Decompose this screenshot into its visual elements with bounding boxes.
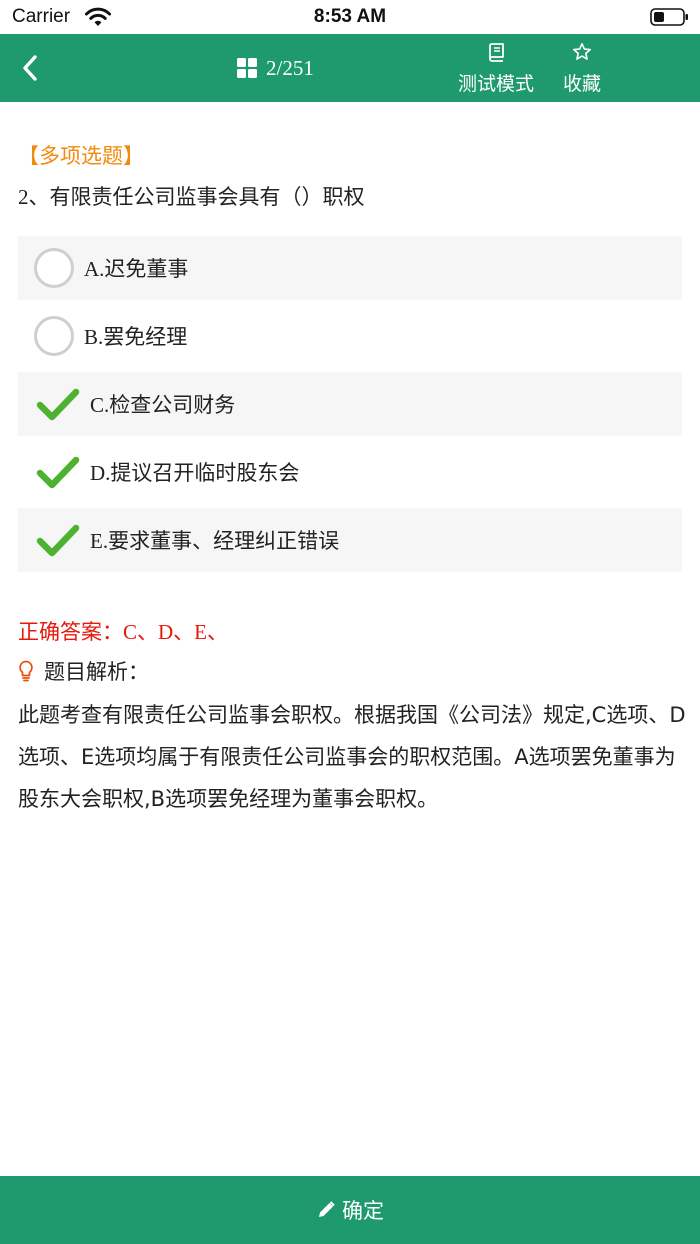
test-mode-button[interactable]: 测试模式 bbox=[452, 40, 540, 96]
options-list: A.迟免董事 B.罢免经理 C.检查公司财务 D.提议召开临时股东会 E.要求董… bbox=[18, 236, 682, 576]
progress-text: 2/251 bbox=[266, 55, 314, 80]
option-text: 迟免董事 bbox=[104, 257, 189, 281]
star-outline-icon bbox=[573, 43, 591, 60]
question-stem: 、有限责任公司监事会具有（）职权 bbox=[28, 185, 365, 209]
option-e[interactable]: E.要求董事、经理纠正错误 bbox=[18, 508, 682, 572]
favorite-button[interactable]: 收藏 bbox=[556, 40, 608, 96]
option-letter: A. bbox=[84, 257, 105, 281]
chevron-left-icon bbox=[23, 55, 37, 81]
option-text: 罢免经理 bbox=[103, 325, 188, 349]
option-label: E.要求董事、经理纠正错误 bbox=[90, 525, 339, 555]
battery-icon bbox=[650, 8, 688, 26]
option-text: 检查公司财务 bbox=[109, 393, 236, 417]
option-letter: C. bbox=[90, 393, 110, 417]
question-text: 2、有限责任公司监事会具有（）职权 bbox=[18, 181, 365, 211]
check-icon bbox=[36, 456, 80, 489]
option-letter: B. bbox=[84, 325, 104, 349]
test-mode-label: 测试模式 bbox=[457, 73, 534, 95]
check-icon bbox=[36, 524, 80, 557]
question-progress[interactable]: 2/251 bbox=[236, 54, 314, 82]
option-label: D.提议召开临时股东会 bbox=[90, 457, 299, 487]
correct-answer: 正确答案：C、D、E、 bbox=[18, 616, 228, 646]
favorite-label: 收藏 bbox=[562, 73, 601, 95]
lightbulb-icon bbox=[19, 660, 33, 682]
nav-bar: 2/251 测试模式 收藏 bbox=[0, 34, 700, 102]
question-number: 2 bbox=[18, 185, 29, 209]
option-d[interactable]: D.提议召开临时股东会 bbox=[18, 440, 682, 504]
check-icon bbox=[36, 388, 80, 421]
analysis-title: 题目解析： bbox=[44, 660, 149, 684]
pencil-icon bbox=[319, 1201, 335, 1217]
analysis-body: 此题考查有限责任公司监事会职权。根据我国《公司法》规定,C选项、D选项、E选项均… bbox=[18, 703, 686, 811]
answer-value: C、D、E、 bbox=[123, 620, 228, 644]
answer-label: 正确答案： bbox=[18, 620, 123, 644]
question-type-label: 【多项选题】 bbox=[18, 144, 144, 168]
status-time: 8:53 AM bbox=[313, 6, 387, 27]
option-text: 提议召开临时股东会 bbox=[110, 461, 300, 485]
book-icon bbox=[489, 43, 504, 62]
back-button[interactable] bbox=[10, 46, 50, 90]
confirm-button[interactable]: 确定 bbox=[0, 1176, 700, 1244]
radio-empty-icon bbox=[34, 248, 74, 288]
option-text: 要求董事、经理纠正错误 bbox=[108, 529, 340, 553]
option-label: A.迟免董事 bbox=[84, 253, 188, 283]
option-b[interactable]: B.罢免经理 bbox=[18, 304, 682, 368]
analysis-header: 题目解析： bbox=[18, 656, 149, 686]
option-label: C.检查公司财务 bbox=[90, 389, 235, 419]
option-letter: E. bbox=[90, 529, 109, 553]
confirm-label: 确定 bbox=[342, 1199, 384, 1223]
grid-icon bbox=[237, 58, 257, 78]
option-label: B.罢免经理 bbox=[84, 321, 187, 351]
option-letter: D. bbox=[90, 461, 111, 485]
option-c[interactable]: C.检查公司财务 bbox=[18, 372, 682, 436]
option-a[interactable]: A.迟免董事 bbox=[18, 236, 682, 300]
status-bar: Carrier 8:53 AM bbox=[0, 0, 700, 34]
radio-empty-icon bbox=[34, 316, 74, 356]
